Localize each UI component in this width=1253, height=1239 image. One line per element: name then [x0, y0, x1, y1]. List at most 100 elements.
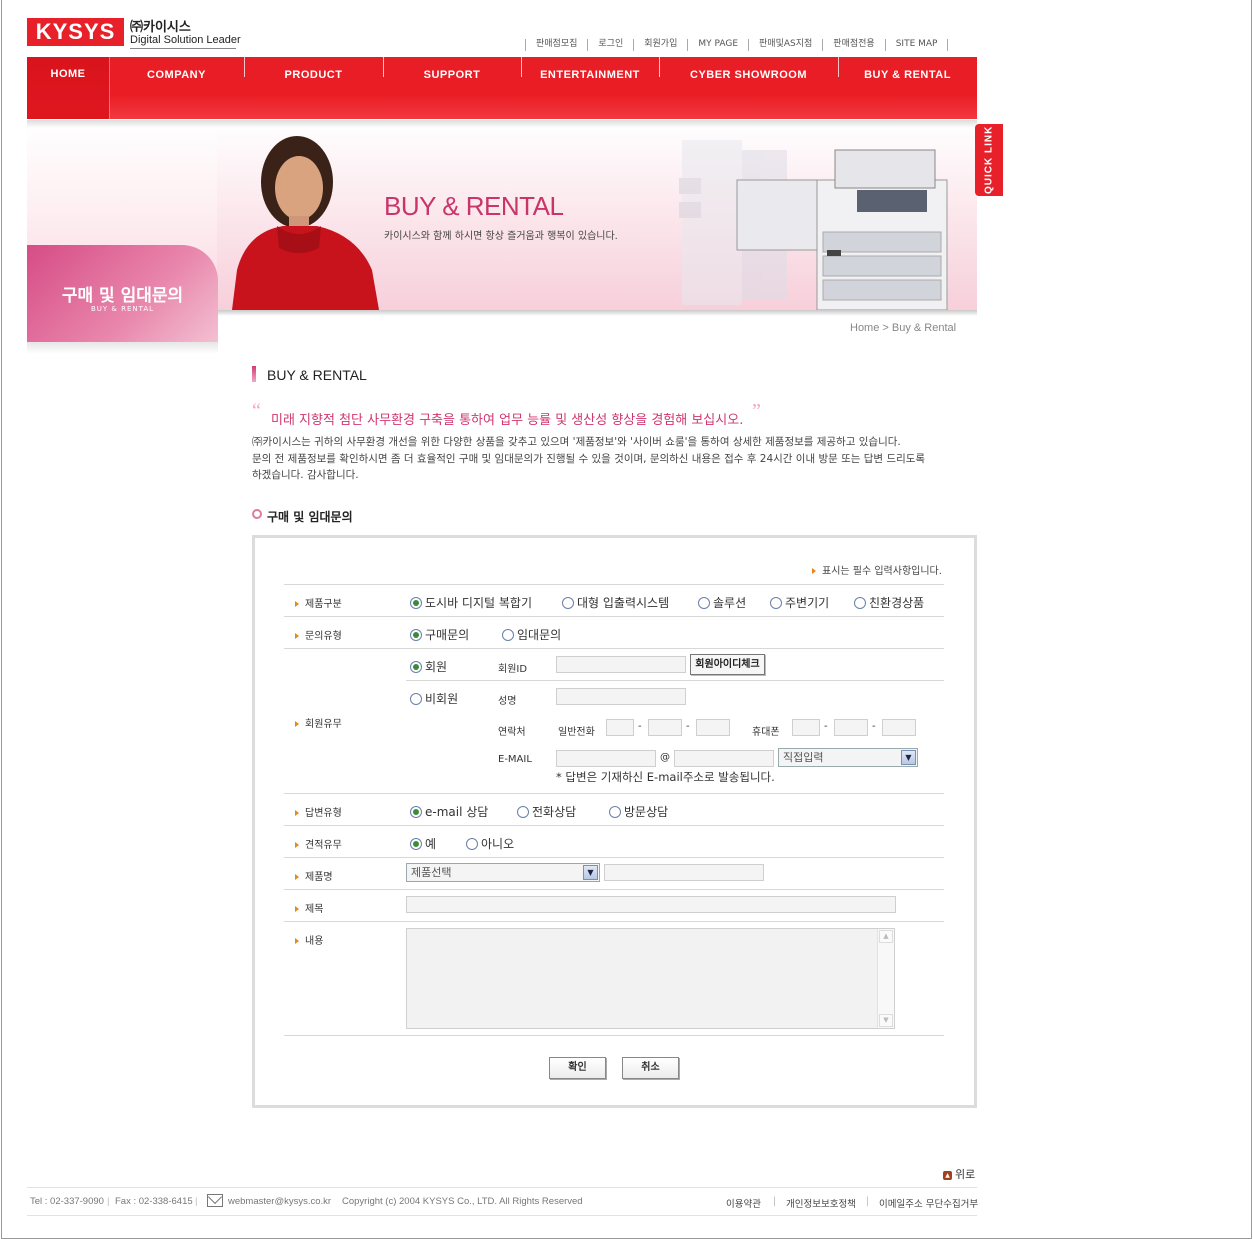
- radio-product-toshiba[interactable]: 도시바 디지털 복합기: [410, 594, 532, 611]
- utility-links: 판매점모집 로그인 회원가입 MY PAGE 판매및AS지점 판매점전용 SIT…: [525, 39, 949, 51]
- radio-checked-icon: [410, 661, 422, 673]
- logo-company-name: ㈜카이시스: [130, 20, 191, 35]
- textarea-scrollbar[interactable]: ▲ ▼: [877, 929, 894, 1028]
- mobile-input-2[interactable]: [834, 719, 868, 736]
- row-divider: [284, 889, 944, 890]
- logo-tagline: Digital Solution Leader: [130, 34, 241, 46]
- product-name-input[interactable]: [604, 864, 764, 881]
- product-select[interactable]: 제품선택 ▼: [406, 863, 600, 882]
- dash-separator: -: [824, 721, 828, 732]
- footer-separator: |: [866, 1196, 870, 1207]
- id-check-button[interactable]: 회원아이디체크: [690, 654, 765, 675]
- banner-top-shadow: [27, 120, 977, 128]
- email-domain-input[interactable]: [674, 750, 774, 767]
- radio-estimate-yes[interactable]: 예: [410, 835, 436, 852]
- nav-product[interactable]: PRODUCT: [244, 57, 383, 119]
- radio-member[interactable]: 회원: [410, 658, 447, 675]
- radio-checked-icon: [410, 629, 422, 641]
- radio-estimate-no[interactable]: 아니오: [466, 835, 514, 852]
- radio-product-large-io[interactable]: 대형 입출력시스템: [562, 594, 669, 611]
- logo-divider: [130, 48, 236, 49]
- nav-buy-rental[interactable]: BUY & RENTAL: [838, 57, 977, 119]
- nav-support[interactable]: SUPPORT: [383, 57, 521, 119]
- radio-checked-icon: [410, 597, 422, 609]
- nav-cyber-showroom[interactable]: CYBER SHOWROOM: [659, 57, 838, 119]
- row-divider: [284, 616, 944, 617]
- email-id-input[interactable]: [556, 750, 656, 767]
- label-content: 내용: [295, 932, 323, 947]
- contact-label: 연락처: [498, 727, 526, 738]
- confirm-button[interactable]: 확인: [549, 1057, 606, 1079]
- util-link-branches[interactable]: 판매및AS지점: [748, 39, 822, 51]
- quick-link-tab[interactable]: QUICK LINK: [975, 124, 1003, 196]
- util-link-mypage[interactable]: MY PAGE: [687, 39, 748, 51]
- mail-icon: [207, 1194, 223, 1207]
- radio-inquiry-rental[interactable]: 임대문의: [502, 626, 561, 643]
- arrow-icon: [295, 938, 299, 944]
- intro-line: ㈜카이시스는 귀하의 사무환경 개선을 위한 다양한 상품을 갖추고 있으며 '…: [252, 436, 901, 448]
- phone-input-1[interactable]: [606, 719, 634, 736]
- email-domain-select[interactable]: 직접입력 ▼: [778, 748, 918, 767]
- footer-separator: |: [195, 1196, 198, 1207]
- radio-inquiry-purchase[interactable]: 구매문의: [410, 626, 469, 643]
- radio-product-solution[interactable]: 솔루션: [698, 594, 746, 611]
- chevron-down-icon: ▼: [583, 865, 598, 880]
- required-note-text: 표시는 필수 입력사항입니다.: [822, 566, 942, 577]
- row-divider: [284, 857, 944, 858]
- nav-home[interactable]: HOME: [27, 57, 109, 119]
- arrow-icon: [295, 906, 299, 912]
- util-link-sitemap[interactable]: SITE MAP: [884, 39, 949, 51]
- footer-link-privacy[interactable]: 개인정보보호정책: [786, 1196, 856, 1210]
- phone-input-3[interactable]: [696, 719, 730, 736]
- label-estimate: 견적유무: [295, 836, 342, 851]
- cancel-button[interactable]: 취소: [622, 1057, 679, 1079]
- footer-tel: Tel : 02-337-9090: [30, 1196, 104, 1207]
- radio-answer-visit[interactable]: 방문상담: [609, 803, 668, 820]
- arrow-icon: [295, 721, 299, 727]
- footer-link-terms[interactable]: 이용약관: [726, 1196, 761, 1210]
- mobile-input-3[interactable]: [882, 719, 916, 736]
- logo[interactable]: KYSYS: [27, 18, 124, 46]
- util-link-dealer-only[interactable]: 판매점전용: [822, 39, 884, 51]
- radio-icon: [466, 838, 478, 850]
- nav-entertainment[interactable]: ENTERTAINMENT: [521, 57, 659, 119]
- radio-answer-phone[interactable]: 전화상담: [517, 803, 576, 820]
- radio-icon: [502, 629, 514, 641]
- row-divider: [284, 648, 944, 649]
- radio-icon: [562, 597, 574, 609]
- label-answer-type: 답변유형: [295, 804, 342, 819]
- row-divider: [284, 921, 944, 922]
- scroll-down-icon[interactable]: ▼: [879, 1014, 893, 1027]
- intro-text: ㈜카이시스는 귀하의 사무환경 개선을 위한 다양한 상품을 갖추고 있으며 '…: [252, 434, 952, 484]
- open-quote-icon: “: [252, 400, 261, 422]
- radio-product-eco[interactable]: 친환경상품: [854, 594, 924, 611]
- radio-answer-email[interactable]: e-mail 상담: [410, 803, 488, 820]
- back-to-top-text: 위로: [955, 1168, 976, 1181]
- scroll-up-icon[interactable]: ▲: [879, 930, 893, 943]
- radio-non-member[interactable]: 비회원: [410, 690, 458, 707]
- back-to-top-link[interactable]: ▲ 위로: [943, 1166, 975, 1182]
- radio-icon: [854, 597, 866, 609]
- side-tab-shadow: [27, 342, 218, 354]
- nav-company[interactable]: COMPANY: [109, 57, 244, 119]
- util-link-dealer[interactable]: 판매점모집: [525, 39, 587, 51]
- util-link-join[interactable]: 회원가입: [633, 39, 687, 51]
- util-link-login[interactable]: 로그인: [587, 39, 633, 51]
- label-subject: 제목: [295, 900, 323, 915]
- radio-checked-icon: [410, 806, 422, 818]
- name-input[interactable]: [556, 688, 686, 705]
- content-textarea[interactable]: ▲ ▼: [406, 928, 895, 1029]
- radio-product-peripheral[interactable]: 주변기기: [770, 594, 829, 611]
- side-title: 구매 및 임대문의: [61, 286, 184, 306]
- dash-separator: -: [638, 721, 642, 732]
- intro-line: 문의 전 제품정보를 확인하시면 좀 더 효율적인 구매 및 임대문의가 진행될…: [252, 452, 926, 465]
- intro-line: 하겠습니다. 감사합니다.: [252, 469, 359, 481]
- phone-input-2[interactable]: [648, 719, 682, 736]
- subject-input[interactable]: [406, 896, 896, 913]
- mobile-input-1[interactable]: [792, 719, 820, 736]
- member-id-input[interactable]: [556, 656, 686, 673]
- footer-email[interactable]: webmaster@kysys.co.kr: [228, 1196, 331, 1207]
- footer-link-email-policy[interactable]: 이메일주소 무단수집거부: [879, 1196, 978, 1210]
- side-subtitle: BUY & RENTAL: [90, 305, 155, 313]
- phone-label: 일반전화: [558, 727, 595, 738]
